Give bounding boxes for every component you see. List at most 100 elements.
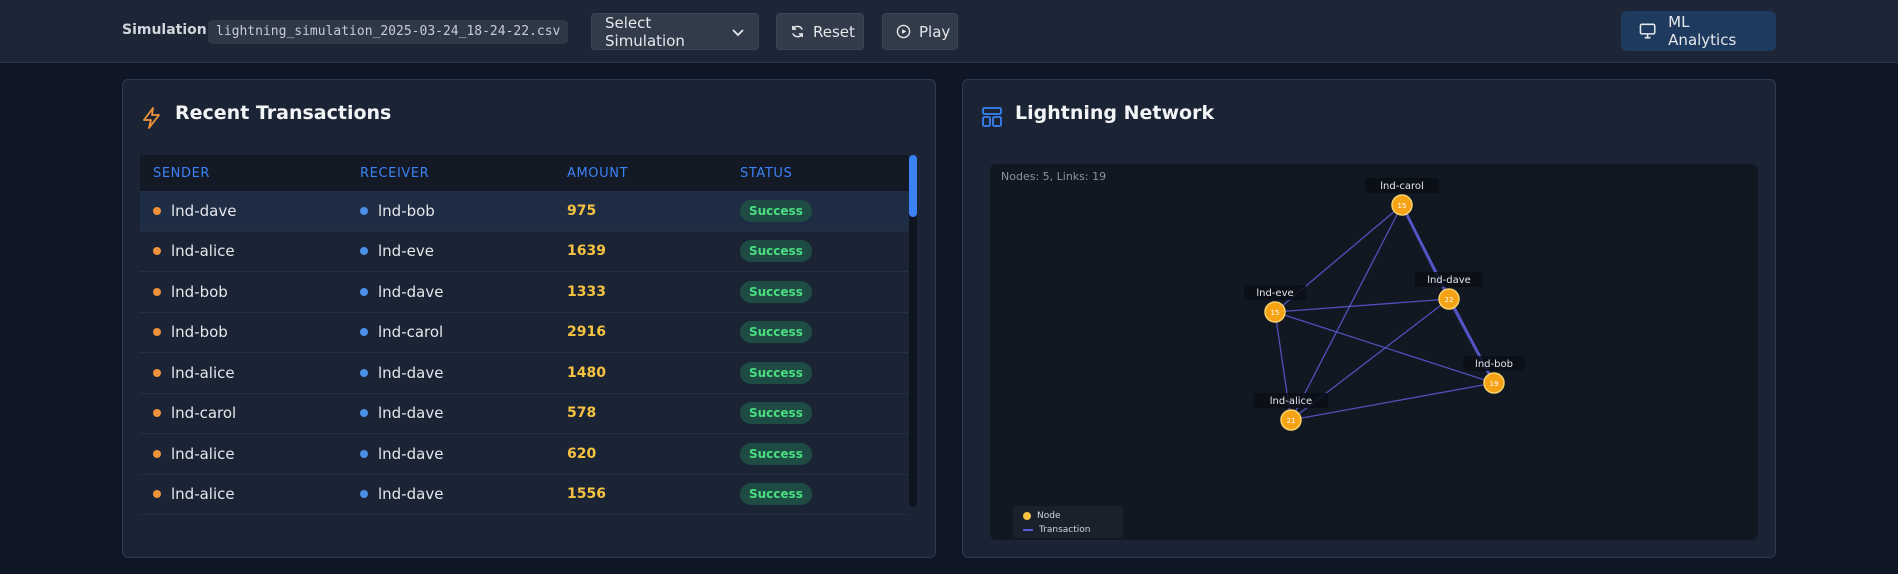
receiver-name: lnd-dave bbox=[378, 363, 444, 382]
table-header: SENDER RECEIVER AMOUNT STATUS bbox=[140, 155, 909, 191]
table-row[interactable]: lnd-alice lnd-dave 1480 Success bbox=[140, 353, 909, 394]
layout-icon bbox=[982, 107, 1002, 127]
column-header-status[interactable]: STATUS bbox=[740, 166, 792, 181]
sender-cell: lnd-bob bbox=[153, 323, 228, 341]
receiver-name: lnd-dave bbox=[378, 282, 444, 301]
sender-name: lnd-alice bbox=[171, 444, 235, 463]
node-label: lnd-alice bbox=[1270, 396, 1312, 407]
table-row[interactable]: lnd-bob lnd-dave 1333 Success bbox=[140, 272, 909, 313]
sender-cell: lnd-dave bbox=[153, 202, 236, 220]
node-label: lnd-eve bbox=[1256, 288, 1293, 299]
receiver-cell: lnd-dave bbox=[360, 445, 443, 463]
reset-button[interactable]: Reset bbox=[776, 13, 864, 50]
column-header-sender[interactable]: SENDER bbox=[153, 166, 210, 181]
network-node[interactable]: lnd-dave 22 bbox=[1415, 272, 1483, 310]
amount-cell: 578 bbox=[567, 405, 597, 422]
amount-cell: 1333 bbox=[567, 283, 606, 300]
amount-cell: 1639 bbox=[567, 243, 606, 260]
column-header-amount[interactable]: AMOUNT bbox=[567, 166, 628, 181]
network-svg[interactable]: lnd-carol 15 lnd-dave 22 lnd-eve 15 lnd-bob 19 l… bbox=[990, 164, 1758, 540]
status-badge: Success bbox=[740, 361, 812, 384]
sender-name: lnd-alice bbox=[171, 242, 235, 261]
sender-name: lnd-alice bbox=[171, 485, 235, 504]
select-simulation-label: Select Simulation bbox=[605, 13, 685, 50]
table-row[interactable]: lnd-alice lnd-eve 1639 Success bbox=[140, 232, 909, 272]
receiver-cell: lnd-dave bbox=[360, 404, 443, 422]
status-badge: Success bbox=[740, 240, 812, 263]
network-node[interactable]: lnd-eve 15 bbox=[1244, 285, 1306, 323]
sender-name: lnd-dave bbox=[171, 201, 237, 220]
network-link bbox=[1290, 204, 1403, 421]
receiver-cell: lnd-bob bbox=[360, 202, 435, 220]
column-header-receiver[interactable]: RECEIVER bbox=[360, 166, 429, 181]
transactions-panel: Recent Transactions SENDER RECEIVER AMOU… bbox=[122, 79, 936, 558]
table-row[interactable]: lnd-carol lnd-dave 578 Success bbox=[140, 394, 909, 434]
monitor-icon bbox=[1639, 23, 1656, 39]
table-row[interactable]: lnd-dave lnd-bob 975 Success bbox=[140, 191, 909, 232]
receiver-dot-icon bbox=[360, 368, 368, 377]
network-title: Lightning Network bbox=[1015, 102, 1215, 124]
node-value: 19 bbox=[1490, 380, 1499, 388]
sender-dot-icon bbox=[153, 328, 161, 337]
network-legend: Node Transaction bbox=[1013, 506, 1123, 538]
receiver-name: lnd-bob bbox=[378, 201, 435, 220]
sender-name: lnd-alice bbox=[171, 363, 235, 382]
receiver-name: lnd-dave bbox=[378, 404, 444, 423]
refresh-icon bbox=[792, 25, 803, 38]
node-legend-icon bbox=[1023, 512, 1031, 520]
sender-cell: lnd-alice bbox=[153, 445, 235, 463]
table-row[interactable]: lnd-bob lnd-carol 2916 Success bbox=[140, 313, 909, 353]
receiver-cell: lnd-eve bbox=[360, 242, 434, 260]
sender-cell: lnd-bob bbox=[153, 283, 228, 301]
sender-dot-icon bbox=[153, 368, 161, 377]
table-row[interactable]: lnd-alice lnd-dave 1556 Success bbox=[140, 475, 909, 515]
amount-cell: 2916 bbox=[567, 324, 606, 341]
receiver-name: lnd-dave bbox=[378, 485, 444, 504]
network-node[interactable]: lnd-alice 21 bbox=[1253, 393, 1329, 431]
status-badge: Success bbox=[740, 442, 812, 465]
sender-cell: lnd-alice bbox=[153, 242, 235, 260]
table-row[interactable]: lnd-alice lnd-dave 620 Success bbox=[140, 434, 909, 475]
table-scrollbar-thumb[interactable] bbox=[909, 155, 917, 217]
sender-dot-icon bbox=[153, 409, 161, 418]
transactions-table: SENDER RECEIVER AMOUNT STATUS lnd-dave ln… bbox=[140, 155, 909, 515]
receiver-name: lnd-eve bbox=[378, 242, 434, 261]
receiver-cell: lnd-carol bbox=[360, 323, 443, 341]
ml-analytics-button[interactable]: ML Analytics bbox=[1621, 11, 1776, 51]
chevron-down-icon bbox=[732, 28, 744, 36]
network-node[interactable]: lnd-carol 15 bbox=[1364, 178, 1440, 216]
status-badge: Success bbox=[740, 321, 812, 344]
transactions-title: Recent Transactions bbox=[175, 102, 392, 124]
receiver-dot-icon bbox=[360, 328, 368, 337]
sender-dot-icon bbox=[153, 449, 161, 458]
table-body: lnd-dave lnd-bob 975 Success lnd-alice lnd-ev… bbox=[140, 191, 909, 515]
status-badge: Success bbox=[740, 402, 812, 425]
node-value: 15 bbox=[1271, 309, 1280, 317]
status-badge: Success bbox=[740, 280, 812, 303]
link-legend-icon bbox=[1023, 529, 1033, 531]
receiver-dot-icon bbox=[360, 247, 368, 256]
amount-cell: 1480 bbox=[567, 364, 606, 381]
network-graph[interactable]: Nodes: 5, Links: 19 lnd-carol 15 lnd-dave 2… bbox=[990, 164, 1758, 540]
simulation-file-name: lightning_simulation_2025-03-24_18-24-22… bbox=[208, 20, 569, 44]
sender-name: lnd-bob bbox=[171, 323, 228, 342]
sender-dot-icon bbox=[153, 490, 161, 499]
receiver-name: lnd-dave bbox=[378, 444, 444, 463]
play-circle-icon bbox=[896, 24, 911, 39]
play-button[interactable]: Play bbox=[882, 13, 958, 50]
node-label: lnd-dave bbox=[1427, 275, 1471, 286]
ml-analytics-label: ML Analytics bbox=[1668, 13, 1737, 49]
receiver-dot-icon bbox=[360, 287, 368, 296]
receiver-dot-icon bbox=[360, 409, 368, 418]
receiver-dot-icon bbox=[360, 449, 368, 458]
sender-cell: lnd-carol bbox=[153, 404, 236, 422]
network-link bbox=[1274, 298, 1450, 313]
sender-dot-icon bbox=[153, 247, 161, 256]
network-panel: Lightning Network Nodes: 5, Links: 19 ln… bbox=[962, 79, 1776, 558]
receiver-cell: lnd-dave bbox=[360, 485, 443, 503]
select-simulation-button[interactable]: Select Simulation bbox=[591, 13, 759, 50]
receiver-cell: lnd-dave bbox=[360, 364, 443, 382]
status-badge: Success bbox=[740, 483, 812, 506]
sender-name: lnd-carol bbox=[171, 404, 237, 423]
amount-cell: 620 bbox=[567, 445, 597, 462]
